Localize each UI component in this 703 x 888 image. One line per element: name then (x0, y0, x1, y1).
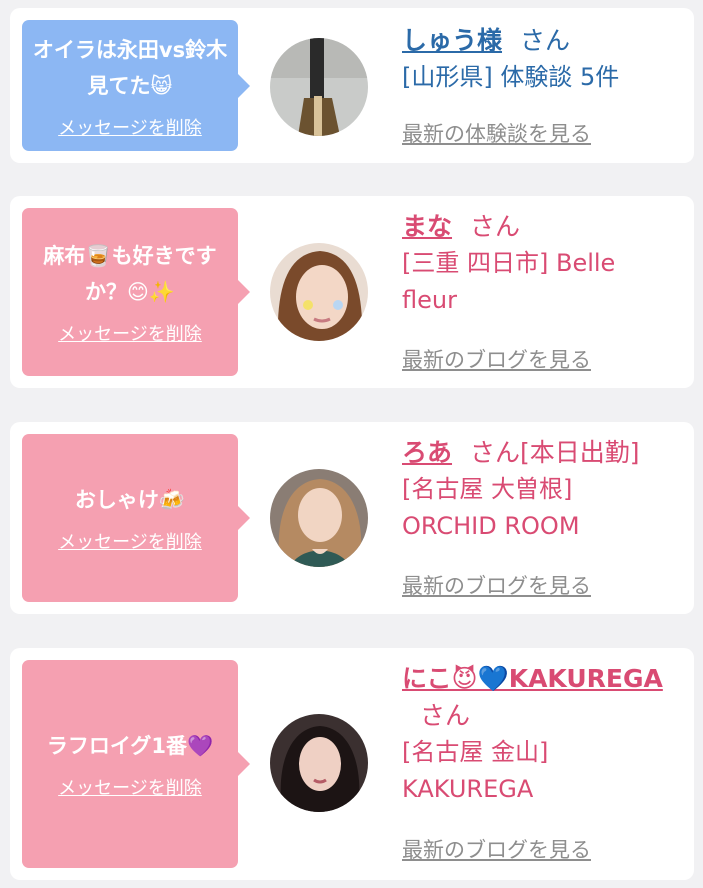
avatar[interactable] (270, 243, 368, 341)
message-text: オイラは永田vs鈴木見てた😸 (32, 37, 228, 98)
name-suffix: さん (520, 26, 571, 55)
message-bubble: おしゃけ🍻 メッセージを削除 (22, 434, 250, 602)
message-text: ラフロイグ1番💜 (46, 734, 214, 758)
delete-message-link[interactable]: メッセージを削除 (58, 774, 202, 800)
message-bubble: ラフロイグ1番💜 メッセージを削除 (22, 660, 250, 868)
avatar[interactable] (270, 38, 368, 136)
message-card: 麻布🥃も好きですか？😊✨ メッセージを削除 まな さん [三重 四日市] Bell… (10, 196, 694, 388)
name-suffix: さん (420, 701, 471, 730)
profile-info: にこ😈💙KAKUREGA さん [名古屋 金山] KAKUREGA (402, 660, 672, 808)
message-text: おしゃけ🍻 (74, 488, 186, 512)
name-line: しゅう様 さん (402, 22, 672, 59)
profile-name-link[interactable]: まな (402, 212, 452, 241)
avatar-image (270, 243, 368, 341)
message-card: おしゃけ🍻 メッセージを削除 ろあ さん[本日出勤] [名古屋 大曽根] ORCH… (10, 422, 694, 614)
message-list: オイラは永田vs鈴木見てた😸 メッセージを削除 しゅう様 さん [山形県] 体験談… (0, 0, 703, 888)
name-line: まな さん (402, 208, 672, 245)
name-suffix: さん (470, 212, 521, 241)
message-card: ラフロイグ1番💜 メッセージを削除 にこ😈💙KAKUREGA さん [名古屋 金山… (10, 648, 694, 880)
profile-name-link[interactable]: ろあ (402, 438, 452, 467)
message-bubble: 麻布🥃も好きですか？😊✨ メッセージを削除 (22, 208, 250, 376)
name-suffix: さん[本日出勤] (470, 438, 640, 467)
latest-link[interactable]: 最新のブログを見る (402, 834, 591, 864)
profile-info: まな さん [三重 四日市] Belle fleur (402, 208, 672, 319)
location-text: [山形県] 体験談 5件 (402, 63, 620, 91)
avatar-image (270, 714, 368, 812)
name-line: にこ😈💙KAKUREGA さん (402, 660, 672, 734)
message-card: オイラは永田vs鈴木見てた😸 メッセージを削除 しゅう様 さん [山形県] 体験談… (10, 8, 694, 163)
latest-link[interactable]: 最新のブログを見る (402, 570, 591, 600)
avatar[interactable] (270, 469, 368, 567)
location-text: [名古屋 大曽根] ORCHID ROOM (402, 475, 580, 540)
avatar[interactable] (270, 714, 368, 812)
delete-message-link[interactable]: メッセージを削除 (58, 114, 202, 140)
profile-name-link[interactable]: にこ😈💙KAKUREGA (402, 664, 663, 693)
name-line: ろあ さん[本日出勤] (402, 434, 672, 471)
message-bubble: オイラは永田vs鈴木見てた😸 メッセージを削除 (22, 20, 250, 151)
avatar-image (270, 38, 368, 136)
delete-message-link[interactable]: メッセージを削除 (58, 320, 202, 346)
profile-info: ろあ さん[本日出勤] [名古屋 大曽根] ORCHID ROOM (402, 434, 672, 545)
delete-message-link[interactable]: メッセージを削除 (58, 528, 202, 554)
location-text: [三重 四日市] Belle fleur (402, 249, 616, 314)
message-text: 麻布🥃も好きですか？😊✨ (43, 244, 217, 304)
latest-link[interactable]: 最新のブログを見る (402, 344, 591, 374)
latest-link[interactable]: 最新の体験談を見る (402, 118, 591, 148)
profile-name-link[interactable]: しゅう様 (402, 26, 502, 55)
location-text: [名古屋 金山] KAKUREGA (402, 738, 549, 803)
profile-info: しゅう様 さん [山形県] 体験談 5件 (402, 22, 672, 96)
avatar-image (270, 469, 368, 567)
